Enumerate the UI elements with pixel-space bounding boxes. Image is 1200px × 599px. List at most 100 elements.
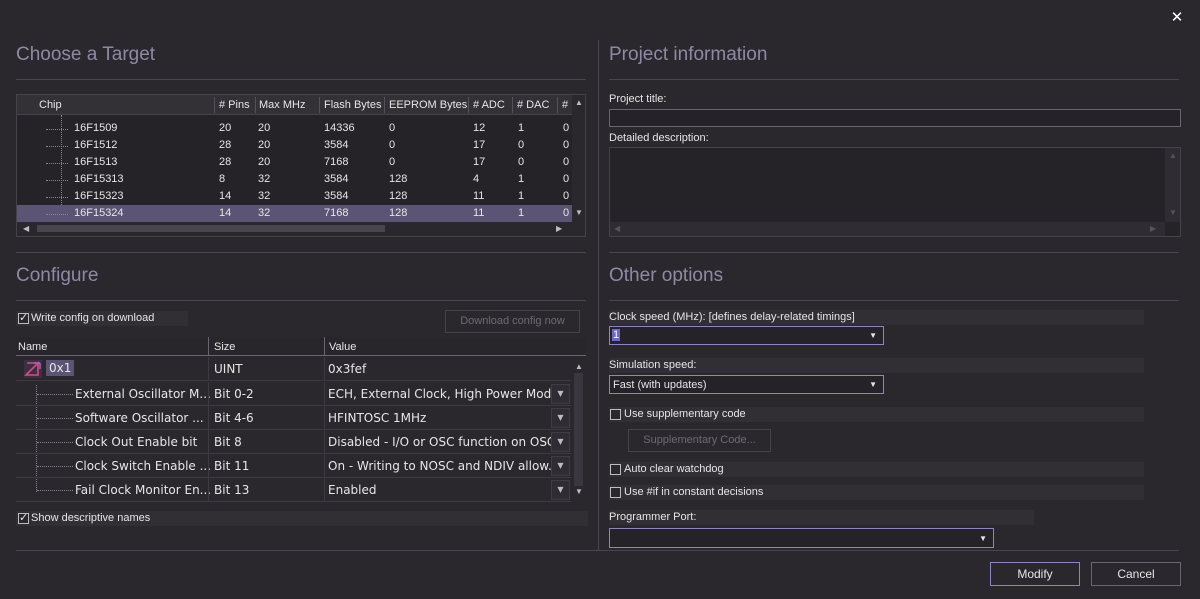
modify-button[interactable]: Modify [990, 562, 1080, 586]
description-hscroll[interactable]: ◀ ▶ [610, 222, 1165, 236]
chip-row[interactable]: 16F15323 14 32 3584 128 11 1 0 [17, 188, 572, 205]
description-vscroll[interactable]: ▲ ▼ [1165, 148, 1180, 222]
supp-code-checkbox[interactable] [610, 409, 621, 420]
scroll-down-icon[interactable]: ▼ [1169, 208, 1177, 217]
chevron-down-icon[interactable]: ▼ [551, 408, 570, 428]
config-row[interactable]: Fail Clock Monitor En... Bit 13 Enabled ▼ [16, 478, 571, 502]
scroll-right-icon[interactable]: ▶ [1150, 224, 1156, 233]
description-textarea[interactable]: ▲ ▼ ◀ ▶ [609, 147, 1181, 237]
col-flash[interactable]: Flash Bytes [324, 99, 381, 111]
col-more[interactable]: # [562, 99, 568, 111]
clock-speed-select[interactable]: 1 ▼ [609, 326, 884, 345]
col-adc[interactable]: # ADC [473, 99, 505, 111]
chip-dac: 1 [518, 173, 525, 185]
config-name: External Oscillator M... [75, 387, 211, 401]
project-title-input[interactable] [609, 109, 1181, 127]
scroll-left-icon[interactable]: ◀ [614, 224, 620, 233]
clock-speed-value: 1 [612, 329, 621, 341]
config-name: Clock Switch Enable ... [75, 459, 212, 473]
chip-name: 16F15323 [74, 190, 124, 202]
chip-row[interactable]: 16F15313 8 32 3584 128 4 1 0 [17, 171, 572, 188]
tree-branch [46, 163, 68, 164]
chip-row[interactable]: 16F1513 28 20 7168 0 17 0 0 [17, 154, 572, 171]
chip-eeprom: 128 [389, 190, 408, 202]
chip-adc: 11 [473, 190, 485, 202]
tree-branch [46, 146, 68, 147]
col-size[interactable]: Size [214, 341, 235, 353]
chip-row[interactable]: 16F1509 20 20 14336 0 12 1 0 [17, 120, 572, 137]
chevron-down-icon[interactable]: ▼ [551, 384, 570, 404]
supp-code-button[interactable]: Supplementary Code... [628, 429, 771, 452]
sim-speed-select[interactable]: Fast (with updates) ▼ [609, 375, 884, 394]
scroll-down-icon[interactable]: ▼ [575, 487, 583, 496]
divider [609, 79, 1179, 80]
chip-dac: 0 [518, 139, 525, 151]
scroll-up-icon[interactable]: ▲ [1169, 151, 1177, 160]
col-pins[interactable]: # Pins [219, 99, 250, 111]
scroll-right-icon[interactable]: ▶ [556, 224, 562, 233]
auto-clear-label: Auto clear watchdog [624, 463, 724, 475]
chip-flash: 7168 [324, 207, 349, 219]
chip-extra: 0 [563, 122, 570, 134]
chevron-down-icon[interactable]: ▼ [551, 480, 570, 500]
col-max-mhz[interactable]: Max MHz [259, 99, 305, 111]
chip-row[interactable]: 16F15324 14 32 7168 128 11 1 0 [17, 205, 572, 222]
col-value[interactable]: Value [329, 341, 356, 353]
config-row[interactable]: Software Oscillator ... Bit 4-6 HFINTOSC 1… [16, 406, 571, 430]
config-grid[interactable]: Name Size Value 0x1 UINT 0x3fef External… [16, 337, 588, 502]
sim-speed-label: Simulation speed: [609, 359, 697, 371]
col-dac[interactable]: # DAC [517, 99, 549, 111]
config-value: ECH, External Clock, High Power Mod... [328, 387, 563, 401]
col-eeprom[interactable]: EEPROM Bytes [389, 99, 467, 111]
column-separator [324, 454, 325, 478]
config-value: HFINTOSC 1MHz [328, 411, 427, 425]
chip-pins: 28 [219, 156, 232, 168]
column-separator [208, 382, 209, 406]
tree-branch [46, 197, 68, 198]
chevron-down-icon[interactable]: ▼ [551, 432, 570, 452]
chip-hscroll[interactable]: ◀ ▶ [17, 222, 585, 236]
config-row[interactable]: Clock Out Enable bit Bit 8 Disabled - I/O … [16, 430, 571, 454]
scroll-up-icon[interactable]: ▲ [575, 362, 583, 371]
auto-clear-checkbox[interactable] [610, 464, 621, 475]
chip-pins: 14 [219, 190, 232, 202]
write-config-checkbox[interactable] [18, 311, 29, 324]
tree-branch [37, 490, 73, 491]
col-chip[interactable]: Chip [39, 99, 62, 111]
chip-flash: 7168 [324, 156, 349, 168]
scroll-down-icon[interactable]: ▼ [575, 208, 583, 217]
col-name[interactable]: Name [18, 341, 47, 353]
cancel-button[interactable]: Cancel [1091, 562, 1181, 586]
config-value: Enabled [328, 483, 377, 497]
chip-eeprom: 0 [389, 122, 396, 134]
chip-vscroll[interactable]: ▲ ▼ [572, 95, 585, 223]
chevron-down-icon[interactable]: ▼ [551, 456, 570, 476]
chip-dac: 1 [518, 122, 525, 134]
close-icon[interactable]: ✕ [1168, 9, 1186, 27]
chevron-down-icon[interactable]: ▼ [979, 534, 987, 543]
chevron-down-icon[interactable]: ▼ [869, 380, 877, 389]
config-row[interactable]: External Oscillator M... Bit 0-2 ECH, Exte… [16, 382, 571, 406]
scroll-up-icon[interactable]: ▲ [575, 98, 583, 107]
config-row[interactable]: Clock Switch Enable ... Bit 11 On - Writin… [16, 454, 571, 478]
download-config-button[interactable]: Download config now [445, 310, 580, 333]
programmer-port-select[interactable]: ▼ [609, 528, 994, 548]
chevron-down-icon[interactable]: ▼ [869, 331, 877, 340]
use-if-checkbox[interactable] [610, 487, 621, 498]
config-name: Software Oscillator ... [75, 411, 204, 425]
column-separator [324, 382, 325, 406]
chip-mhz: 32 [258, 190, 271, 202]
chip-flash: 3584 [324, 139, 349, 151]
chip-mhz: 20 [258, 139, 271, 151]
hscroll-thumb[interactable] [37, 225, 385, 232]
chip-name: 16F15313 [74, 173, 124, 185]
config-vscroll[interactable]: ▲ ▼ [571, 357, 586, 501]
config-root-row[interactable]: 0x1 UINT 0x3fef [16, 357, 571, 381]
show-descriptive-checkbox[interactable] [18, 511, 29, 524]
description-label: Detailed description: [609, 132, 709, 144]
scroll-left-icon[interactable]: ◀ [23, 224, 29, 233]
chip-row[interactable]: 16F1512 28 20 3584 0 17 0 0 [17, 137, 572, 154]
vscroll-thumb[interactable] [574, 373, 583, 486]
chip-adc: 4 [473, 173, 480, 185]
chip-table[interactable]: Chip # Pins Max MHz Flash Bytes EEPROM B… [16, 94, 586, 237]
